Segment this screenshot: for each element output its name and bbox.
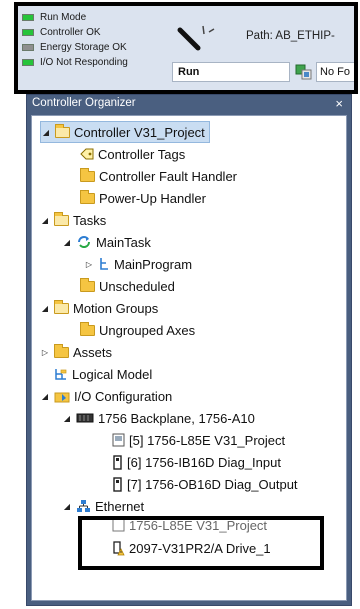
energy-storage-led-icon bbox=[22, 44, 34, 51]
expand-icon[interactable]: ▷ bbox=[40, 348, 50, 357]
folder-icon bbox=[80, 167, 95, 182]
tree-item-label: Logical Model bbox=[72, 366, 153, 382]
tree-item-backplane[interactable]: ◢ 1756 Backplane, 1756-A10 bbox=[62, 407, 255, 429]
collapse-icon[interactable]: ◢ bbox=[62, 238, 72, 247]
tree-item-tasks[interactable]: ◢ Tasks bbox=[40, 209, 106, 231]
io-config-folder-icon bbox=[54, 392, 70, 402]
keyswitch-icon bbox=[177, 25, 215, 51]
collapse-icon[interactable]: ◢ bbox=[62, 414, 72, 423]
controller-ok-led-icon bbox=[22, 29, 34, 36]
io-module-icon bbox=[113, 454, 122, 470]
tag-icon bbox=[80, 148, 94, 160]
io-led-icon bbox=[22, 59, 34, 66]
status-run-mode: Run Mode bbox=[22, 10, 128, 25]
folder-open-icon bbox=[54, 211, 69, 226]
tree-item-label: 2097-V31PR2/A Drive_1 bbox=[129, 540, 271, 556]
tree-item-label: Tasks bbox=[73, 212, 107, 228]
controller-module-icon bbox=[112, 433, 125, 447]
tree-item-drive-1[interactable]: 2097-V31PR2/A Drive_1 bbox=[112, 537, 271, 559]
tree-item-controller[interactable]: ◢ Controller V31_Project bbox=[40, 121, 210, 143]
tree-item-slot-7[interactable]: [7] 1756-OB16D Diag_Output bbox=[112, 473, 298, 495]
network-icon[interactable] bbox=[295, 64, 313, 80]
tree-item-label: Motion Groups bbox=[73, 300, 159, 316]
folder-icon bbox=[54, 343, 69, 358]
controller-module-icon bbox=[112, 518, 125, 532]
close-icon[interactable]: × bbox=[335, 96, 343, 111]
status-controller-ok: Controller OK bbox=[22, 25, 128, 40]
drive-warning-icon bbox=[113, 540, 125, 555]
tree-item-label: [5] 1756-L85E V31_Project bbox=[129, 432, 286, 448]
tree-item-slot-6[interactable]: [6] 1756-IB16D Diag_Input bbox=[112, 451, 281, 473]
tree-item-fault-handler[interactable]: Controller Fault Handler bbox=[80, 165, 237, 187]
folder-icon bbox=[80, 277, 95, 292]
tree-item-label: Unscheduled bbox=[99, 278, 175, 294]
tree-item-unscheduled[interactable]: Unscheduled bbox=[80, 275, 175, 297]
tree-item-label: Ungrouped Axes bbox=[99, 322, 196, 338]
controller-status-toolbar: Run Mode Controller OK Energy Storage OK… bbox=[14, 2, 358, 92]
tree-item-label: 1756-L85E V31_Project bbox=[129, 517, 268, 533]
collapse-icon[interactable]: ◢ bbox=[40, 304, 50, 313]
controller-organizer-panel: Controller Organizer × ◢ Controller V31_… bbox=[26, 94, 352, 606]
tree-item-slot-5[interactable]: [5] 1756-L85E V31_Project bbox=[112, 429, 285, 451]
controller-mode-field[interactable]: Run bbox=[172, 62, 290, 82]
collapse-icon[interactable]: ◢ bbox=[40, 216, 50, 225]
folder-icon bbox=[80, 189, 95, 204]
folder-icon bbox=[80, 321, 95, 336]
logical-model-icon bbox=[55, 369, 67, 380]
folder-open-icon bbox=[55, 123, 70, 138]
tree-item-motion-groups[interactable]: ◢ Motion Groups bbox=[40, 297, 158, 319]
tree-item-label: [6] 1756-IB16D Diag_Input bbox=[127, 454, 281, 470]
tree-item-assets[interactable]: ▷ Assets bbox=[40, 341, 112, 363]
backplane-icon bbox=[76, 413, 94, 423]
organizer-tree: ◢ Controller V31_Project Controller Tags… bbox=[31, 115, 347, 601]
status-indicator-list: Run Mode Controller OK Energy Storage OK… bbox=[22, 10, 128, 70]
run-mode-led-icon bbox=[22, 14, 34, 21]
tree-item-label: [7] 1756-OB16D Diag_Output bbox=[127, 476, 298, 492]
tree-item-label: Controller Fault Handler bbox=[99, 168, 238, 184]
tree-item-label: Ethernet bbox=[95, 498, 145, 514]
tree-item-controller-tags[interactable]: Controller Tags bbox=[80, 143, 185, 165]
tree-item-ungrouped-axes[interactable]: Ungrouped Axes bbox=[80, 319, 195, 341]
tree-item-label: Assets bbox=[73, 344, 113, 360]
status-label: Controller OK bbox=[40, 27, 101, 38]
status-energy-storage: Energy Storage OK bbox=[22, 40, 128, 55]
collapse-icon[interactable]: ◢ bbox=[40, 392, 50, 401]
tree-item-label: Controller Tags bbox=[98, 146, 186, 162]
tree-item-label: 1756 Backplane, 1756-A10 bbox=[98, 410, 255, 426]
tree-item-ethernet-controller[interactable]: 1756-L85E V31_Project bbox=[112, 517, 267, 533]
tree-item-ethernet[interactable]: ◢ Ethernet bbox=[62, 495, 144, 517]
status-label: I/O Not Responding bbox=[40, 57, 128, 68]
program-icon bbox=[100, 258, 108, 270]
tree-item-powerup-handler[interactable]: Power-Up Handler bbox=[80, 187, 206, 209]
organizer-title: Controller Organizer bbox=[32, 97, 136, 109]
tree-item-maintask[interactable]: ◢ MainTask bbox=[62, 231, 151, 253]
comm-path-label[interactable]: Path: AB_ETHIP- bbox=[246, 30, 335, 42]
forces-status-field: No Fo bbox=[316, 62, 358, 82]
tree-item-logical-model[interactable]: Logical Model bbox=[54, 363, 152, 385]
tree-item-label: Power-Up Handler bbox=[99, 190, 206, 206]
status-label: Energy Storage OK bbox=[40, 42, 127, 53]
tree-item-label: I/O Configuration bbox=[74, 388, 173, 404]
status-io: I/O Not Responding bbox=[22, 55, 128, 70]
tree-item-mainprogram[interactable]: ▷ MainProgram bbox=[84, 253, 192, 275]
collapse-icon[interactable]: ◢ bbox=[62, 502, 72, 511]
tree-item-io-configuration[interactable]: ◢ I/O Configuration bbox=[40, 385, 172, 407]
collapse-icon[interactable]: ◢ bbox=[41, 128, 51, 137]
expand-icon[interactable]: ▷ bbox=[84, 260, 94, 269]
ethernet-network-icon bbox=[77, 500, 90, 512]
status-label: Run Mode bbox=[40, 12, 87, 23]
task-cycle-icon bbox=[78, 236, 90, 248]
tree-item-label: Controller V31_Project bbox=[74, 124, 205, 140]
folder-open-icon bbox=[54, 299, 69, 314]
organizer-header: Controller Organizer × bbox=[27, 95, 351, 113]
tree-item-label: MainProgram bbox=[114, 256, 193, 272]
io-module-icon bbox=[113, 476, 122, 492]
tree-item-label: MainTask bbox=[96, 234, 151, 250]
